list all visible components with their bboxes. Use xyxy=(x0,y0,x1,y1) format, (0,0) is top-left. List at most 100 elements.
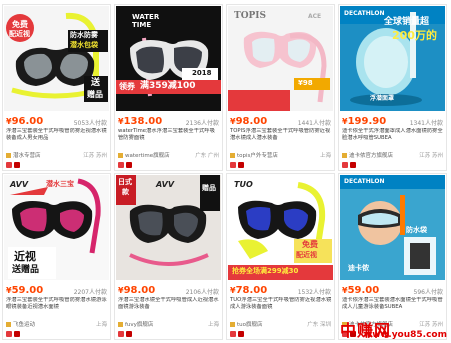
product-title[interactable]: waterTime潜水浮潜三宝套装全干式呼吸管防雾面镜 xyxy=(118,128,220,150)
overlay-myopia: 配近视 xyxy=(296,251,317,259)
overlay-gift-bag: 防水袋 xyxy=(406,226,427,234)
product-title[interactable]: TUO浮潜三宝全干式呼吸管防雾近视潜水镜成人游泳装备面镜 xyxy=(230,297,332,319)
product-price: ¥78.00 xyxy=(230,285,268,296)
overlay-myopia: 配近视 xyxy=(9,30,30,38)
tmall-badge-icon xyxy=(118,331,124,337)
product-title[interactable]: TOPIS浮潜三宝套装全干式呼吸管防雾近视潜水镜成人潜水装备 xyxy=(230,128,332,150)
overlay-gift-1: 送 xyxy=(91,78,101,88)
location: 江苏 苏州 xyxy=(419,153,443,159)
product-price: ¥98.00 xyxy=(230,116,268,127)
overlay-brand: TUO xyxy=(234,180,253,189)
paid-count: 5053人付款 xyxy=(73,120,107,127)
overlay-kit: 潜水三宝 xyxy=(46,180,74,188)
badges xyxy=(230,331,246,338)
product-card[interactable]: 日式 款 AVV 赠品 ¥98.00 2106人付款 浮潜三宝潜水镜全干式呼吸管… xyxy=(114,173,223,340)
location: 江苏 苏州 xyxy=(419,322,443,328)
watermark-url: www.you85.com xyxy=(363,330,447,340)
overlay-brand-cn: 迪卡侬 xyxy=(348,264,369,272)
overlay-slogan-1: 全球销量超 xyxy=(384,17,430,27)
location: 上海 xyxy=(95,322,107,328)
tmall-badge-icon xyxy=(230,162,236,168)
overlay-coupon: 满359减100 xyxy=(140,81,196,91)
badges xyxy=(118,331,134,338)
overlay-style-2: 款 xyxy=(122,188,129,196)
overlay-free: 免费 xyxy=(12,20,28,29)
gold-badge-icon xyxy=(126,331,132,337)
product-price: ¥199.90 xyxy=(342,116,387,127)
shop-icon xyxy=(230,153,235,158)
product-title[interactable]: 浮潜三宝套装全干式呼吸管防雾潜水镜游泳眼镜装备近视潜水面镜 xyxy=(6,297,108,319)
product-price: ¥59.00 xyxy=(6,285,44,296)
shop-name[interactable]: fuvy旗舰店 xyxy=(118,320,153,328)
product-image[interactable]: TOPIS ¥98 ACE xyxy=(228,6,333,111)
shop-icon xyxy=(6,153,11,158)
shop-name[interactable]: topis户外专营店 xyxy=(230,151,278,159)
product-card[interactable]: TUO 免费 配近视 抢券全场满299减30 ¥78.00 1532人付款 TU… xyxy=(226,173,335,340)
product-grid: 免费 配近视 防水防雾 潜水包袋 送 赠品 ¥96.00 5053人付款 浮潜三… xyxy=(0,0,451,343)
badges xyxy=(342,162,358,169)
overlay-brand: WATER xyxy=(132,13,160,21)
shop-icon xyxy=(118,322,123,327)
overlay-brand-2: TIME xyxy=(132,21,152,29)
product-card[interactable]: AVV 潜水三宝 近视 送赠品 ¥59.00 2207人付款 浮潜三宝套装全干式… xyxy=(2,173,111,340)
shop-icon xyxy=(230,322,235,327)
product-price: ¥59.00 xyxy=(342,285,380,296)
paid-count: 1441人付款 xyxy=(297,120,331,127)
paid-count: 596人付款 xyxy=(413,289,443,296)
overlay-gift: 送赠品 xyxy=(12,265,40,275)
tmall-badge-icon xyxy=(230,331,236,337)
product-card[interactable]: DECATHLON 全球销量超 200万的 浮潜面罩 ¥199.90 1341人… xyxy=(338,4,447,171)
product-image[interactable]: 日式 款 AVV 赠品 xyxy=(116,175,221,280)
product-card[interactable]: TOPIS ¥98 ACE ¥98.00 1441人付款 TOPIS浮潜三宝套装… xyxy=(226,4,335,171)
product-price: ¥138.00 xyxy=(118,116,163,127)
overlay-gift: 赠品 xyxy=(202,184,216,192)
badges xyxy=(118,162,134,169)
overlay-gift-2: 赠品 xyxy=(87,90,103,99)
product-card[interactable]: WATER TIME 领券 满359减100 2018 ¥138.00 2136… xyxy=(114,4,223,171)
overlay-myopia: 近视 xyxy=(14,250,36,263)
gold-badge-icon xyxy=(14,162,20,168)
overlay-brand: AVV xyxy=(10,180,29,189)
product-title[interactable]: 浮潜三宝套装全干式呼吸管防雾近视潜水镜装备成人男女用品 xyxy=(6,128,108,150)
overlay-year: 2018 xyxy=(192,69,212,77)
location: 广东 广州 xyxy=(195,153,219,159)
gold-badge-icon xyxy=(238,331,244,337)
gold-badge-icon xyxy=(238,162,244,168)
product-card[interactable]: DECATHLON 防水袋 迪卡侬 ¥59.00 596人付款 迪卡侬浮潜三宝套… xyxy=(338,173,447,340)
shop-icon xyxy=(118,153,123,158)
overlay-brand: DECATHLON xyxy=(344,10,385,17)
shop-name[interactable]: 迪卡侬官方旗舰店 xyxy=(342,151,393,159)
shop-name[interactable]: tuo旗舰店 xyxy=(230,320,263,328)
gold-badge-icon xyxy=(14,331,20,337)
product-card[interactable]: 免费 配近视 防水防雾 潜水包袋 送 赠品 ¥96.00 5053人付款 浮潜三… xyxy=(2,4,111,171)
product-image[interactable]: DECATHLON 防水袋 迪卡侬 xyxy=(340,175,445,280)
overlay-slogan-2: 200万的 xyxy=(392,29,437,42)
overlay-price: ¥98 xyxy=(298,79,313,87)
shop-name[interactable]: 潜水专营店 xyxy=(6,151,41,159)
product-image[interactable]: WATER TIME 领券 满359减100 2018 xyxy=(116,6,221,111)
product-title[interactable]: 浮潜三宝潜水镜全干式呼吸管成人近视潜水面镜游泳装备 xyxy=(118,297,220,319)
product-image[interactable]: DECATHLON 全球销量超 200万的 浮潜面罩 xyxy=(340,6,445,111)
tmall-badge-icon xyxy=(6,162,12,168)
overlay-style-1: 日式 xyxy=(118,178,132,186)
product-title[interactable]: 迪卡侬全干式浮潜面罩成人潜水面镜防雾全脸潜水呼吸管SUBEA xyxy=(342,128,444,150)
badges xyxy=(6,331,22,338)
tmall-badge-icon xyxy=(6,331,12,337)
product-image[interactable]: TUO 免费 配近视 抢券全场满299减30 xyxy=(228,175,333,280)
badges xyxy=(230,162,246,169)
product-image[interactable]: AVV 潜水三宝 近视 送赠品 xyxy=(4,175,109,280)
overlay-brand: TOPIS xyxy=(234,11,267,21)
tmall-badge-icon xyxy=(118,162,124,168)
overlay-brand: AVV xyxy=(156,180,175,189)
shop-name[interactable]: 飞鱼运动 xyxy=(6,320,35,328)
product-title[interactable]: 迪卡侬浮潜三宝套装潜水面镜全干式呼吸管成人儿童游泳装备SUBEA xyxy=(342,297,444,319)
shop-icon xyxy=(342,153,347,158)
location: 广东 深圳 xyxy=(307,322,331,328)
product-price: ¥98.00 xyxy=(118,285,156,296)
product-image[interactable]: 免费 配近视 防水防雾 潜水包袋 送 赠品 xyxy=(4,6,109,111)
badges xyxy=(6,162,22,169)
shop-name[interactable]: watertime旗舰店 xyxy=(118,151,170,159)
overlay-brand-small: ACE xyxy=(308,13,322,20)
paid-count: 2207人付款 xyxy=(73,289,107,296)
overlay-coupon: 抢券全场满299减30 xyxy=(232,267,299,275)
